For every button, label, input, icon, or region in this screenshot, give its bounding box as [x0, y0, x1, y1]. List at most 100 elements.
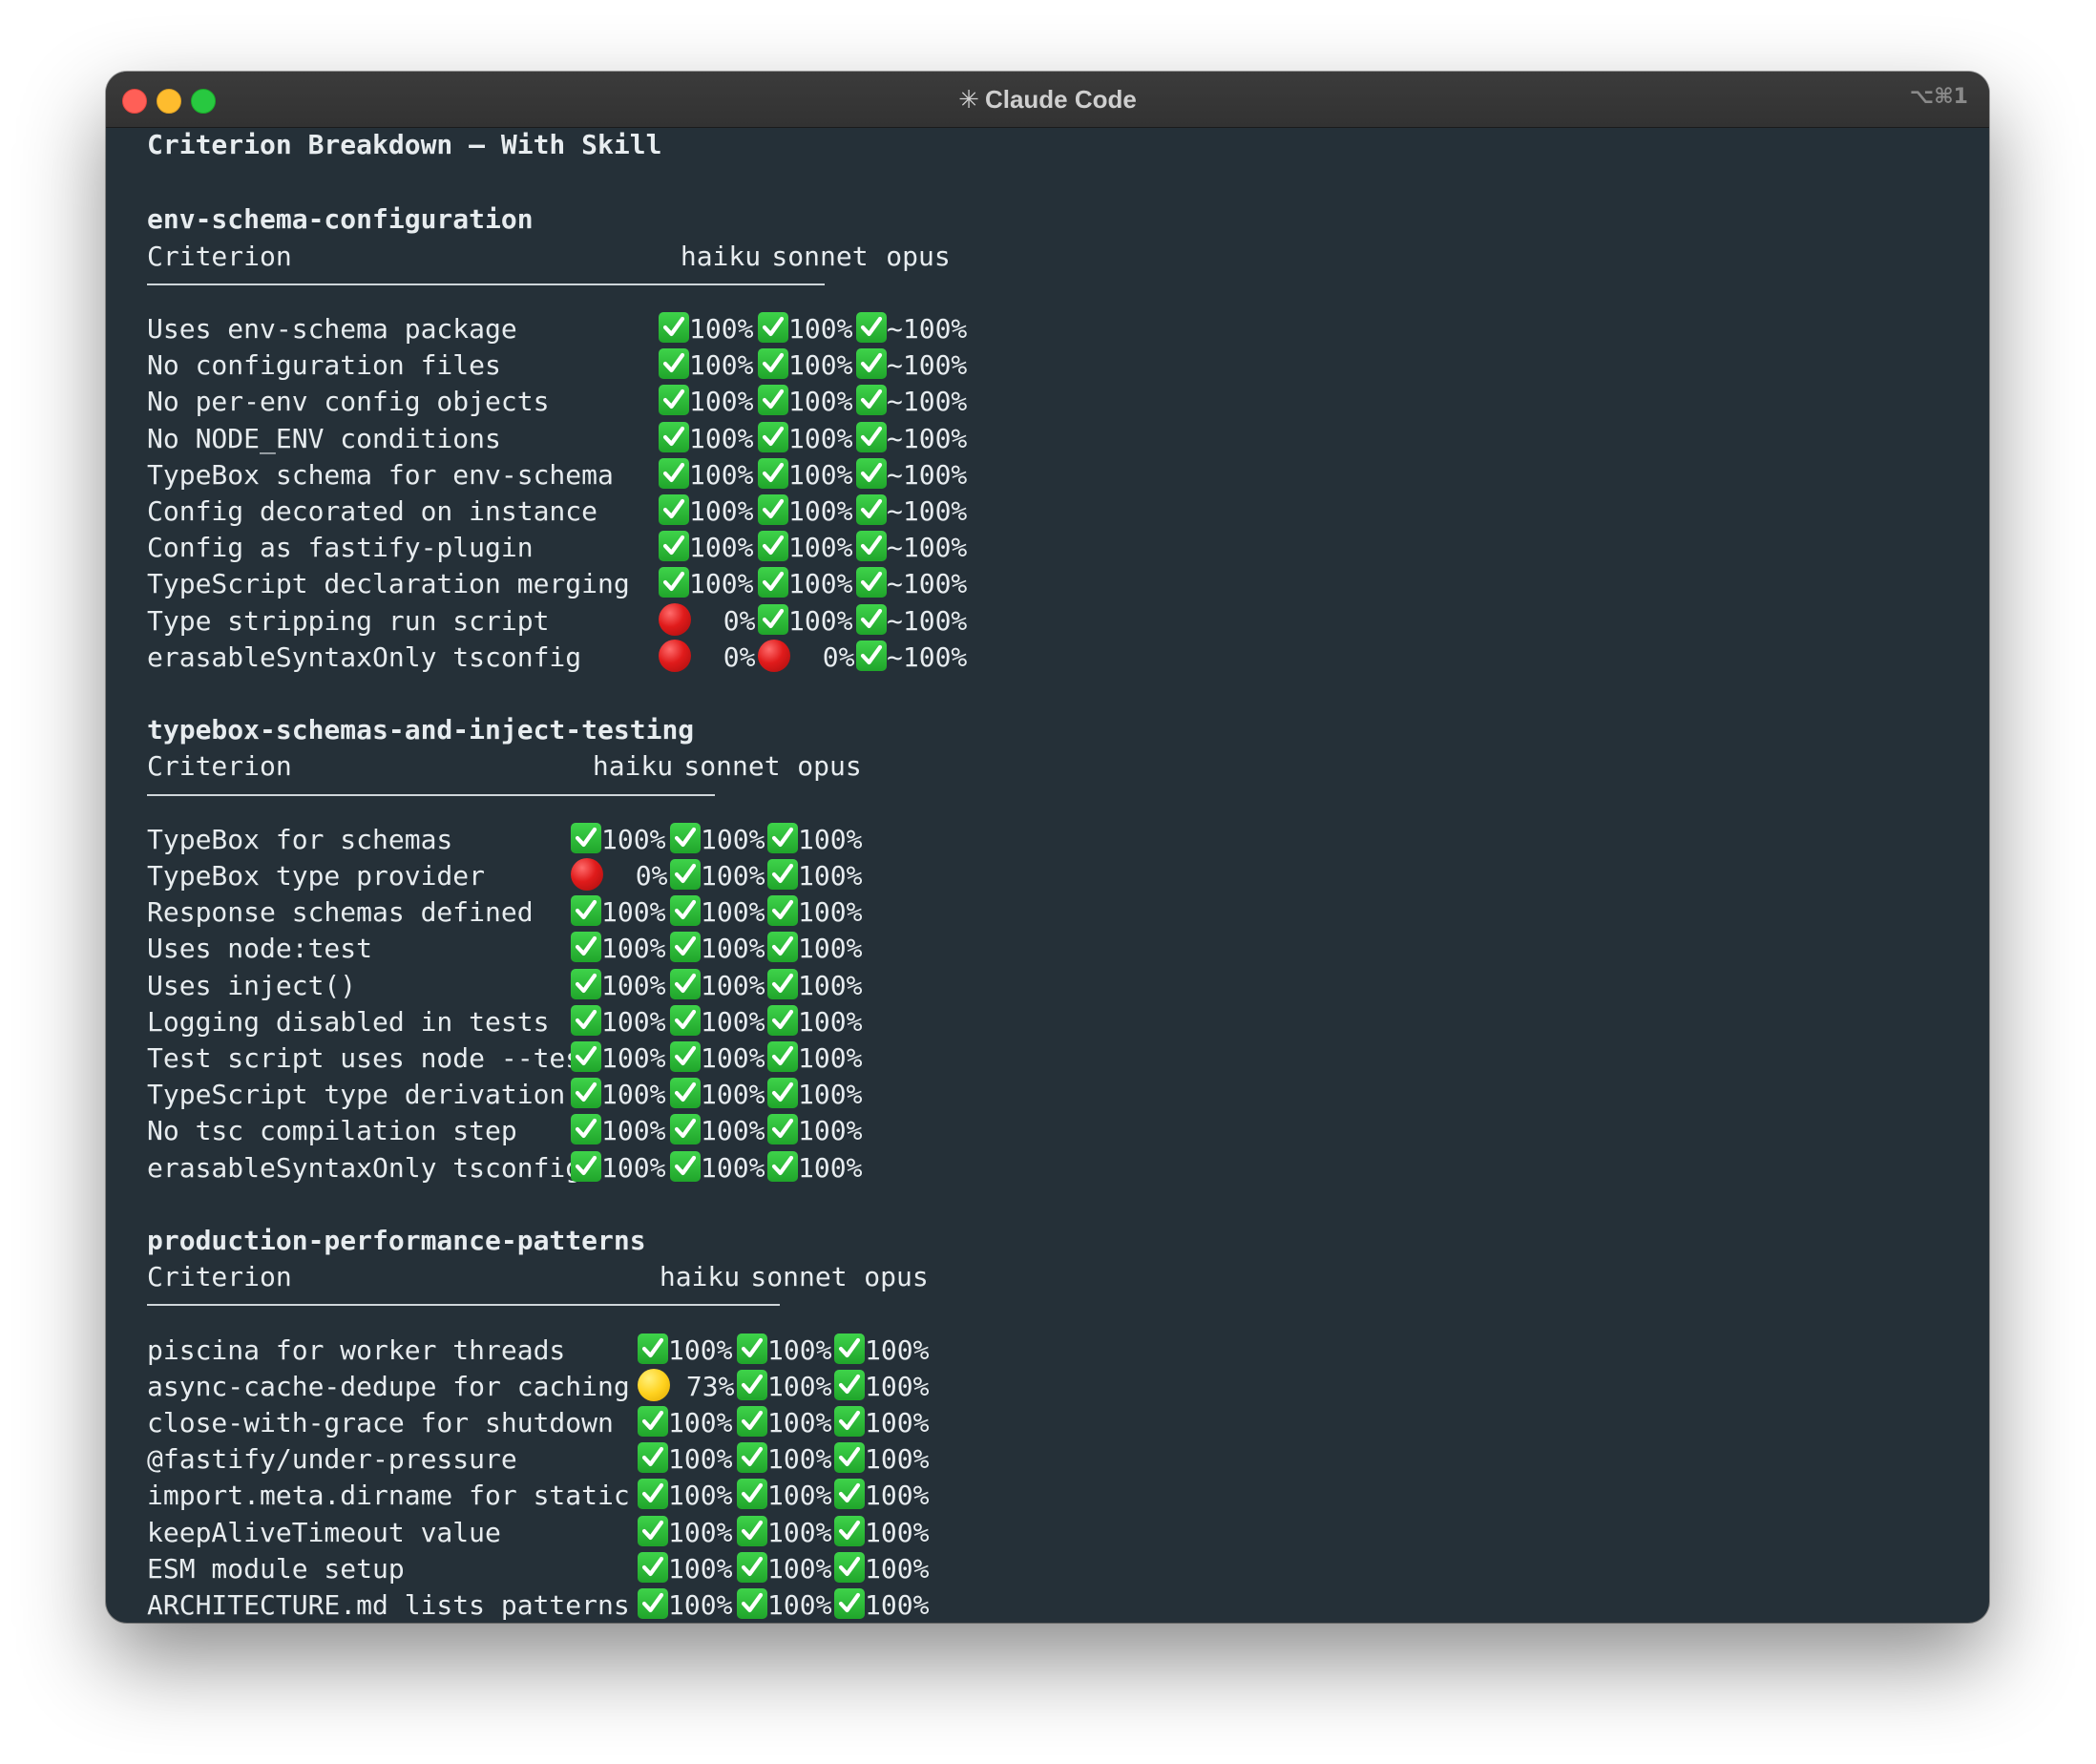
- score-cell: 100%: [737, 1405, 831, 1441]
- score-value: 100%: [767, 1370, 832, 1402]
- score-value: 100%: [798, 969, 863, 1001]
- check-mark-icon: [856, 531, 887, 562]
- score-value: 0%: [790, 640, 855, 673]
- table-row-criterion: piscina for worker threads: [147, 1334, 566, 1366]
- check-mark-icon: [670, 1150, 701, 1182]
- score-value: ~100%: [887, 532, 968, 564]
- table-row-criterion: TypeBox for schemas: [147, 823, 453, 855]
- red-circle-icon: [571, 858, 603, 891]
- score-value: 100%: [865, 1370, 930, 1402]
- check-mark-icon: [670, 895, 701, 927]
- score-cell: 100%: [571, 822, 665, 858]
- score-value: ~100%: [887, 422, 968, 454]
- score-cell: 100%: [670, 858, 765, 894]
- score-value: 100%: [601, 896, 666, 929]
- check-mark-icon: [758, 603, 788, 635]
- score-value: 100%: [865, 1407, 930, 1438]
- score-value: 100%: [601, 969, 666, 1001]
- check-mark-icon: [571, 932, 601, 963]
- table-row-criterion: Config as fastify-plugin: [147, 532, 534, 564]
- check-mark-icon: [856, 640, 887, 671]
- table-divider: [147, 793, 715, 796]
- score-cell: 100%: [737, 1333, 831, 1369]
- check-mark-icon: [856, 457, 887, 489]
- page-heading: Criterion Breakdown — With Skill: [147, 129, 662, 160]
- check-mark-icon: [767, 932, 798, 963]
- check-mark-icon: [670, 1114, 701, 1145]
- score-cell: ~100%: [856, 494, 967, 530]
- red-circle-icon: [659, 602, 691, 636]
- column-header-haiku: haiku: [592, 750, 674, 783]
- score-cell: 100%: [571, 1004, 665, 1040]
- score-cell: 100%: [571, 968, 665, 1004]
- score-cell: 100%: [659, 421, 753, 457]
- score-cell: ~100%: [856, 347, 967, 384]
- score-cell: 100%: [659, 347, 753, 384]
- check-mark-icon: [638, 1479, 668, 1510]
- check-mark-icon: [834, 1406, 865, 1437]
- score-cell: 100%: [758, 384, 852, 420]
- score-value: 100%: [865, 1480, 930, 1512]
- check-mark-icon: [638, 1588, 668, 1619]
- table-row-criterion: import.meta.dirname for static: [147, 1480, 630, 1512]
- score-value: 100%: [701, 860, 765, 892]
- check-mark-icon: [856, 603, 887, 635]
- check-mark-icon: [670, 859, 701, 890]
- check-mark-icon: [571, 1041, 601, 1072]
- score-value: ~100%: [887, 313, 968, 345]
- score-value: 100%: [788, 386, 853, 418]
- check-mark-icon: [659, 385, 689, 416]
- score-value: ~100%: [887, 568, 968, 600]
- score-value: 100%: [668, 1334, 733, 1366]
- check-mark-icon: [834, 1479, 865, 1510]
- score-value: 100%: [689, 349, 754, 382]
- score-value: 100%: [788, 349, 853, 382]
- table-row-criterion: Response schemas defined: [147, 896, 534, 929]
- check-mark-icon: [670, 1041, 701, 1072]
- score-value: ~100%: [887, 495, 968, 527]
- check-mark-icon: [767, 1114, 798, 1145]
- score-cell: 0%: [758, 639, 855, 676]
- check-mark-icon: [659, 494, 689, 525]
- check-mark-icon: [856, 348, 887, 380]
- score-cell: 100%: [834, 1333, 929, 1369]
- check-mark-icon: [571, 1078, 601, 1109]
- score-value: ~100%: [887, 458, 968, 491]
- score-value: ~100%: [887, 386, 968, 418]
- score-value: 100%: [798, 1005, 863, 1038]
- score-value: ~100%: [887, 604, 968, 637]
- score-cell: 100%: [834, 1478, 929, 1514]
- score-cell: 100%: [638, 1551, 732, 1587]
- score-value: 100%: [767, 1480, 832, 1512]
- score-cell: 100%: [758, 530, 852, 566]
- check-mark-icon: [856, 312, 887, 343]
- table-row-criterion: TypeBox schema for env-schema: [147, 458, 614, 491]
- check-mark-icon: [737, 1551, 767, 1583]
- score-value: 0%: [691, 604, 756, 637]
- check-mark-icon: [659, 567, 689, 598]
- score-value: 100%: [701, 969, 765, 1001]
- table-row-criterion: Test script uses node --test: [147, 1042, 598, 1074]
- score-value: 100%: [788, 458, 853, 491]
- check-mark-icon: [638, 1406, 668, 1437]
- check-mark-icon: [659, 531, 689, 562]
- check-mark-icon: [758, 494, 788, 525]
- score-value: ~100%: [887, 640, 968, 673]
- score-value: 100%: [668, 1516, 733, 1548]
- score-cell: ~100%: [856, 421, 967, 457]
- score-value: 100%: [767, 1334, 832, 1366]
- score-cell: 100%: [834, 1441, 929, 1478]
- score-value: 100%: [798, 1042, 863, 1074]
- check-mark-icon: [737, 1406, 767, 1437]
- check-mark-icon: [670, 1004, 701, 1036]
- score-value: 100%: [865, 1516, 930, 1548]
- table-row-criterion: Type stripping run script: [147, 604, 550, 637]
- column-header-sonnet: sonnet: [771, 240, 869, 272]
- score-cell: 100%: [767, 968, 862, 1004]
- check-mark-icon: [834, 1442, 865, 1474]
- score-value: 100%: [689, 495, 754, 527]
- check-mark-icon: [670, 822, 701, 853]
- score-cell: 100%: [659, 566, 753, 602]
- score-cell: 100%: [737, 1478, 831, 1514]
- score-value: 100%: [668, 1480, 733, 1512]
